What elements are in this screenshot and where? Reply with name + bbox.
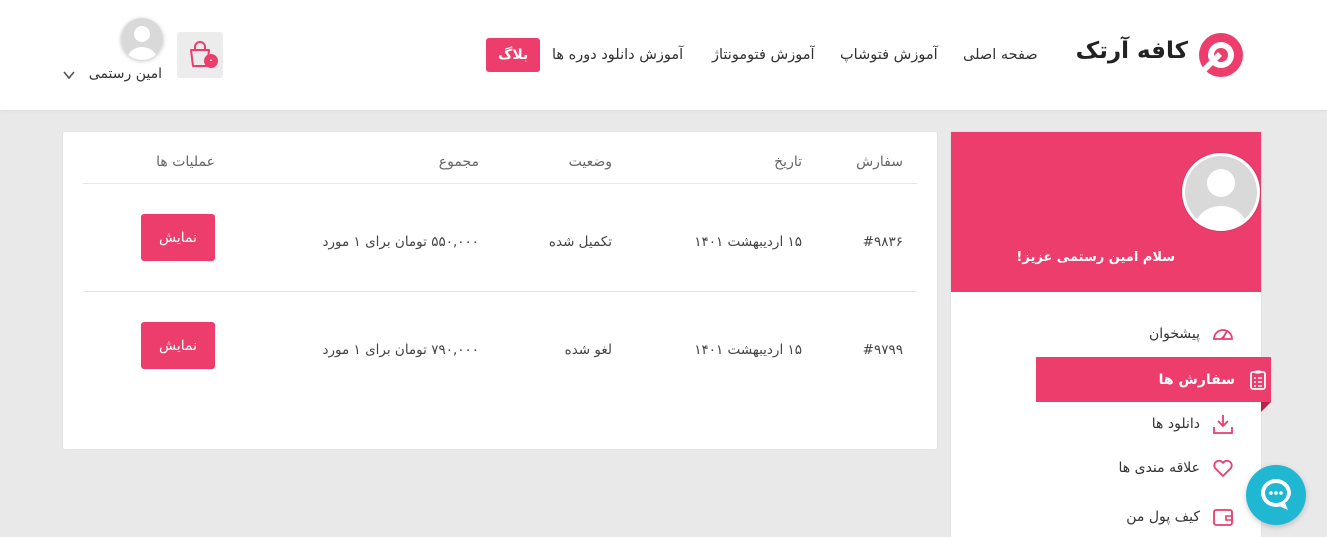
sidebar-item-wallet[interactable]: کیف پول من — [1036, 495, 1236, 537]
cart-button[interactable]: ۰ — [177, 32, 223, 78]
orders-table: سفارش تاریخ وضعیت مجموع عملیات ها #۹۸۳۶ … — [83, 132, 917, 400]
user-name: امین رستمی — [88, 66, 162, 82]
view-order-button[interactable]: نمایش — [141, 322, 215, 369]
profile-greeting: سلام امین رستمی عزیز! — [1016, 250, 1175, 265]
order-id: #۹۷۹۹ — [862, 342, 903, 358]
sidebar-item-wishlist[interactable]: علاقه مندی ها — [1036, 446, 1236, 490]
nav-photoshop[interactable]: آموزش فتوشاپ — [840, 38, 938, 72]
view-order-button[interactable]: نمایش — [141, 214, 215, 261]
table-row: #۹۷۹۹ ۱۵ اردیبهشت ۱۴۰۱ لغو شده ۷۹۰,۰۰۰ ت… — [83, 292, 917, 400]
order-date: ۱۵ اردیبهشت ۱۴۰۱ — [694, 342, 802, 358]
table-row: #۹۸۳۶ ۱۵ اردیبهشت ۱۴۰۱ تکمیل شده ۵۵۰,۰۰۰… — [83, 184, 917, 292]
speedometer-icon — [1210, 321, 1236, 347]
sidebar-item-orders[interactable]: سفارش ها — [1036, 357, 1271, 402]
col-actions: عملیات ها — [156, 154, 215, 170]
active-item-fold-icon — [1261, 402, 1271, 412]
col-status: وضعیت — [568, 154, 612, 170]
download-icon — [1210, 411, 1236, 437]
sidebar-item-downloads[interactable]: دانلود ها — [1036, 402, 1236, 446]
sidebar-item-label: سفارش ها — [1158, 371, 1235, 388]
col-order: سفارش — [856, 154, 903, 170]
site-header: کافه آرتک صفحه اصلی آموزش فتوشاپ آموزش ف… — [0, 0, 1327, 110]
nav-blog[interactable]: بلاگ — [486, 38, 541, 72]
user-avatar-icon — [121, 18, 163, 60]
sidebar-item-dashboard[interactable]: پیشخوان — [1036, 312, 1236, 356]
avatar — [121, 18, 163, 60]
order-total: ۷۹۰,۰۰۰ تومان برای ۱ مورد — [322, 342, 480, 358]
order-id: #۹۸۳۶ — [862, 234, 903, 250]
chevron-down-icon[interactable] — [62, 68, 76, 82]
shopping-bag-icon — [190, 41, 210, 67]
table-header: سفارش تاریخ وضعیت مجموع عملیات ها — [83, 132, 917, 184]
avatar — [1182, 153, 1260, 231]
user-avatar-icon — [1185, 156, 1257, 228]
order-status: لغو شده — [564, 342, 612, 358]
order-total: ۵۵۰,۰۰۰ تومان برای ۱ مورد — [322, 234, 480, 250]
col-date: تاریخ — [774, 154, 802, 170]
cart-count-badge: ۰ — [204, 54, 218, 68]
chat-button[interactable] — [1246, 465, 1306, 525]
orders-panel: سفارش تاریخ وضعیت مجموع عملیات ها #۹۸۳۶ … — [62, 131, 938, 450]
sidebar-item-label: کیف پول من — [1126, 509, 1200, 525]
order-status: تکمیل شده — [548, 234, 612, 250]
sidebar-item-label: پیشخوان — [1148, 326, 1200, 342]
clipboard-list-icon — [1245, 367, 1271, 393]
profile-card: سلام امین رستمی عزیز! — [951, 132, 1261, 292]
chat-bubble-icon — [1261, 479, 1291, 510]
sidebar-item-label: علاقه مندی ها — [1118, 460, 1200, 476]
sidebar-item-label: دانلود ها — [1151, 416, 1200, 432]
nav-photomontage[interactable]: آموزش فتومونتاژ — [712, 38, 814, 72]
nav-home[interactable]: صفحه اصلی — [963, 38, 1038, 72]
order-date: ۱۵ اردیبهشت ۱۴۰۱ — [694, 234, 802, 250]
heart-icon — [1210, 455, 1236, 481]
nav-course-downloads[interactable]: آموزش دانلود دوره ها — [552, 38, 683, 72]
wallet-icon — [1210, 504, 1236, 530]
col-total: مجموع — [438, 154, 479, 170]
user-menu[interactable]: امین رستمی — [60, 18, 170, 88]
